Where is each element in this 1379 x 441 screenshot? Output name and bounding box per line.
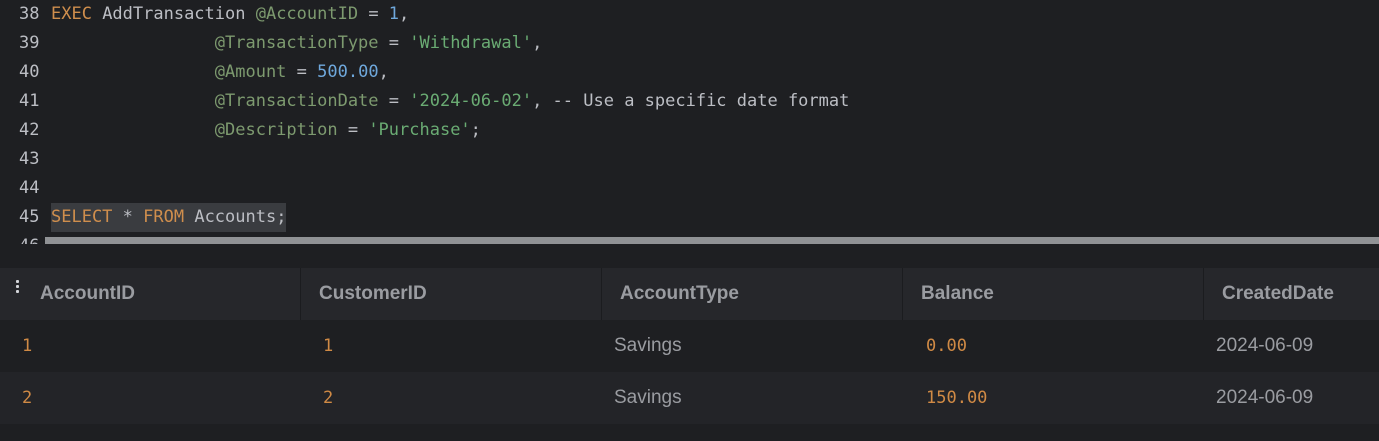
code-token: ;	[470, 120, 481, 140]
code-token: =	[378, 33, 410, 53]
code-token: @Amount	[214, 62, 287, 82]
code-line[interactable]: 41 @TransactionDate = '2024-06-02', -- U…	[0, 87, 1379, 116]
line-number: 39	[19, 33, 40, 53]
code-line[interactable]: 42 @Description = 'Purchase';	[0, 116, 1379, 145]
code-token: 'Purchase'	[368, 120, 471, 140]
code-text: @Amount = 500.00,	[51, 58, 389, 87]
code-text: EXEC AddTransaction @AccountID = 1,	[51, 0, 409, 29]
code-token: *	[112, 207, 144, 227]
cell-balance: 150.00	[926, 388, 988, 408]
line-number: 38	[19, 4, 40, 24]
line-number: 45	[19, 207, 40, 227]
code-token: Accounts;	[184, 207, 287, 227]
code-token: 'Withdrawal'	[409, 33, 533, 53]
line-number: 41	[19, 91, 40, 111]
code-text: SELECT * FROM Accounts;	[51, 203, 287, 232]
code-line[interactable]: 44	[0, 174, 1379, 203]
line-number: 40	[19, 62, 40, 82]
code-text: @TransactionDate = '2024-06-02', -- Use …	[51, 87, 850, 116]
code-token: FROM	[143, 207, 185, 227]
code-token: , -- Use a specific date format	[532, 91, 850, 111]
cell-createddate: 2024-06-09	[1216, 335, 1314, 356]
sql-code-editor[interactable]: 38 EXEC AddTransaction @AccountID = 1, 39 …	[0, 0, 1379, 244]
query-results-grid: AccountID CustomerID AccountType Balance…	[0, 268, 1379, 441]
code-token: '2024-06-02'	[409, 91, 533, 111]
code-token: AddTransaction	[91, 4, 256, 24]
line-number: 42	[19, 120, 40, 140]
code-token: ,	[399, 4, 410, 24]
code-line[interactable]: 45 SELECT * FROM Accounts;	[0, 203, 1379, 232]
code-token: @AccountID	[255, 4, 359, 24]
code-token: =	[286, 62, 318, 82]
code-token: =	[378, 91, 410, 111]
code-line[interactable]: 43	[0, 145, 1379, 174]
code-token: =	[337, 120, 369, 140]
code-token: ,	[532, 33, 543, 53]
cell-accounttype: Savings	[614, 335, 682, 356]
cell-createddate: 2024-06-09	[1216, 387, 1314, 408]
code-text: @TransactionType = 'Withdrawal',	[51, 29, 543, 58]
code-token: =	[358, 4, 389, 24]
code-token: 1	[388, 4, 400, 24]
cell-accountid: 1	[22, 336, 33, 356]
column-header-customerid[interactable]: CustomerID	[301, 268, 602, 320]
cell-balance: 0.00	[926, 336, 967, 356]
editor-horizontal-scrollbar[interactable]	[45, 237, 1379, 244]
results-header-row: AccountID CustomerID AccountType Balance…	[0, 268, 1379, 320]
cell-accounttype: Savings	[614, 387, 682, 408]
code-token: @TransactionType	[214, 33, 379, 53]
cell-accountid: 2	[22, 388, 33, 408]
code-token: @Description	[214, 120, 338, 140]
code-token: 500.00	[317, 62, 379, 82]
line-number: 46	[19, 232, 43, 244]
table-row[interactable]: 1 1 Savings 0.00 2024-06-09	[0, 320, 1379, 372]
code-token: EXEC	[51, 4, 92, 24]
line-number: 44	[19, 178, 40, 198]
table-row[interactable]: 2 2 Savings 150.00 2024-06-09	[0, 372, 1379, 424]
code-text: @Description = 'Purchase';	[51, 116, 481, 145]
column-header-accounttype[interactable]: AccountType	[602, 268, 903, 320]
column-header-accountid[interactable]: AccountID	[0, 268, 301, 320]
line-number: 43	[19, 149, 40, 169]
code-line[interactable]: 38 EXEC AddTransaction @AccountID = 1,	[0, 0, 1379, 29]
code-line[interactable]: 40 @Amount = 500.00,	[0, 58, 1379, 87]
column-header-createddate[interactable]: CreatedDate	[1204, 268, 1379, 320]
column-header-balance[interactable]: Balance	[903, 268, 1204, 320]
sql-workspace: 38 EXEC AddTransaction @AccountID = 1, 39 …	[0, 0, 1379, 441]
code-token: SELECT	[51, 207, 113, 227]
code-line[interactable]: 39 @TransactionType = 'Withdrawal',	[0, 29, 1379, 58]
code-token: ,	[378, 62, 389, 82]
code-token: @TransactionDate	[214, 91, 379, 111]
cell-customerid: 2	[323, 388, 334, 408]
cell-customerid: 1	[323, 336, 334, 356]
